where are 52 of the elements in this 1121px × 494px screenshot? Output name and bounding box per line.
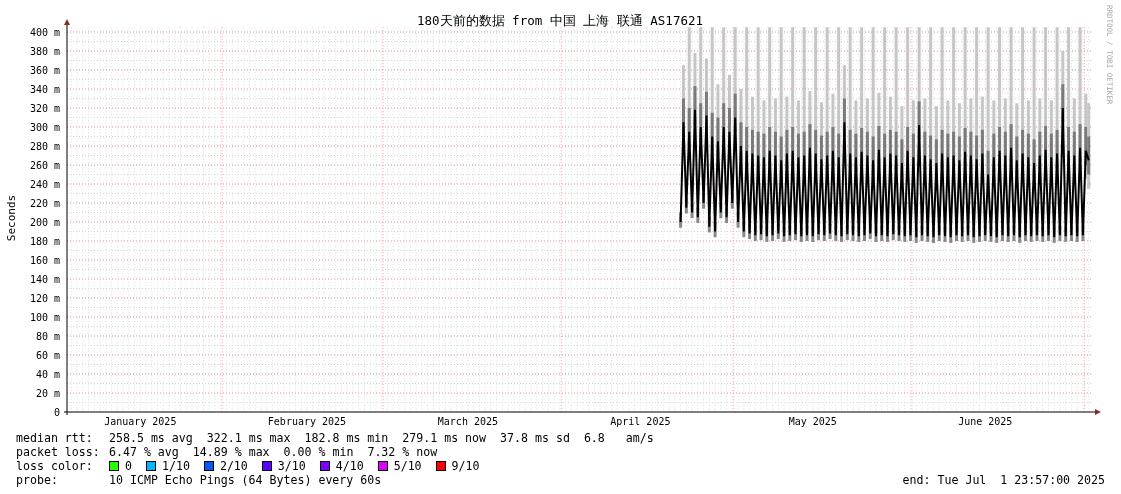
stat-value: 6.8 am/s	[583, 431, 654, 445]
stat-value: 258.5 ms avg	[109, 431, 193, 445]
month-label: January 2025	[104, 416, 177, 427]
month-label: April 2025	[610, 416, 671, 427]
tick-label: 180 m	[29, 235, 60, 247]
y-axis-label: Seconds	[5, 194, 18, 242]
tick-label: 300 m	[29, 121, 60, 133]
tick-label: 220 m	[29, 197, 60, 209]
tick-label: 320 m	[29, 102, 60, 114]
chart-title: 180天前的数据 from 中国 上海 联通 AS17621	[417, 13, 703, 28]
stat-value: 7.32 % now	[367, 445, 438, 459]
tick-label: 80 m	[35, 330, 60, 342]
tick-label: 360 m	[29, 64, 60, 76]
tick-label: 100 m	[29, 311, 60, 323]
tick-label: 260 m	[29, 159, 60, 171]
legend-label: 3/10	[277, 459, 306, 473]
probe-text: 10 ICMP Echo Pings (64 Bytes) every 60s	[109, 473, 382, 487]
legend-label: 2/10	[219, 459, 248, 473]
end-time: end: Tue Jul 1 23:57:00 2025	[902, 473, 1105, 487]
tick-label: 0	[53, 406, 60, 418]
stat-label: packet loss:	[16, 445, 101, 459]
legend-label: 0	[125, 459, 132, 473]
tick-label: 380 m	[29, 45, 60, 57]
tick-label: 60 m	[35, 349, 60, 361]
stat-value: 322.1 ms max	[206, 431, 291, 445]
tick-label: 120 m	[29, 292, 60, 304]
legend-label: 1/10	[162, 459, 190, 473]
stat-label: median rtt:	[16, 431, 94, 445]
legend-label: 5/10	[393, 459, 422, 473]
tick-label: 340 m	[29, 83, 60, 95]
tick-label: 400 m	[29, 26, 60, 38]
month-label: February 2025	[267, 416, 347, 427]
stat-value: 182.8 ms min	[304, 431, 389, 445]
tick-label: 140 m	[29, 273, 60, 285]
month-label: June 2025	[958, 416, 1013, 427]
stat-label: probe:	[16, 473, 59, 487]
stat-value: 6.47 % avg	[109, 445, 179, 459]
month-label: March 2025	[437, 416, 499, 427]
stat-value: 37.8 ms sd	[500, 431, 570, 445]
tick-label: 280 m	[29, 140, 60, 152]
stat-value: 279.1 ms now	[402, 431, 487, 445]
month-label: May 2025	[788, 416, 837, 427]
stat-value: 0.00 % min	[283, 445, 354, 459]
stat-label: loss color:	[16, 459, 94, 473]
tick-label: 40 m	[35, 368, 60, 380]
legend-label: 4/10	[335, 459, 364, 473]
tick-label: 240 m	[29, 178, 60, 190]
tick-label: 200 m	[29, 216, 60, 228]
stat-value: 14.89 % max	[192, 445, 270, 459]
legend-label: 9/10	[451, 459, 480, 473]
tick-label: 160 m	[29, 254, 60, 266]
tick-label: 20 m	[35, 387, 60, 399]
